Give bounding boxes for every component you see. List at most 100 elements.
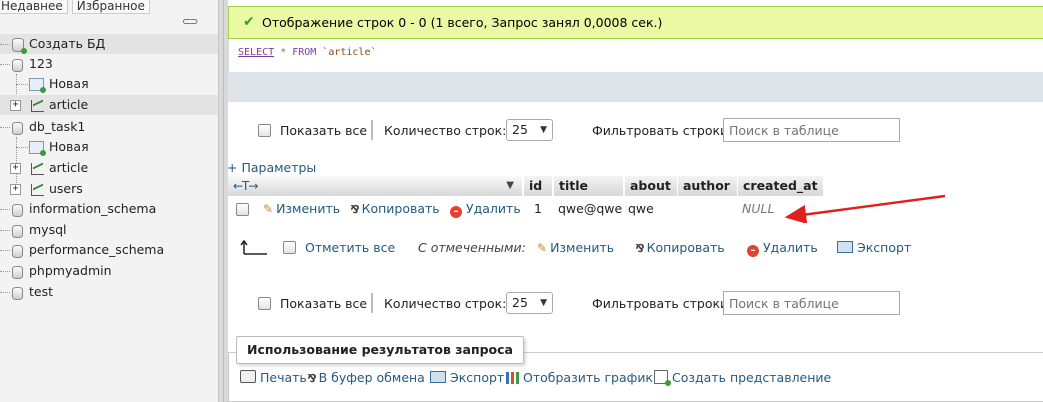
delete-icon: – bbox=[450, 206, 462, 218]
database-icon bbox=[12, 287, 23, 300]
show-all-checkbox[interactable] bbox=[258, 297, 271, 310]
bar-chart-icon bbox=[506, 372, 520, 384]
tree-item-db-information-schema[interactable]: information_schema bbox=[0, 199, 218, 219]
tree-item-create-db[interactable]: Создать БД bbox=[0, 34, 218, 54]
filter-rows-input[interactable] bbox=[723, 291, 900, 315]
query-results-legend: Использование результатов запроса bbox=[236, 336, 524, 364]
main-panel: ✔ Отображение строк 0 - 0 (1 всего, Запр… bbox=[227, 0, 1043, 402]
expand-plus-icon[interactable]: + bbox=[10, 163, 21, 174]
table-icon bbox=[31, 100, 44, 112]
row-delete-link[interactable]: – Удалить bbox=[450, 198, 521, 220]
column-header-id[interactable]: id bbox=[524, 176, 553, 196]
tree-item-label: article bbox=[49, 97, 89, 112]
tab-favorites[interactable]: Избранное bbox=[71, 0, 150, 14]
rows-count-select[interactable]: 25 ▼ bbox=[506, 119, 553, 141]
sql-table-name: `article` bbox=[316, 47, 377, 58]
tree-item-db-phpmyadmin[interactable]: phpmyadmin bbox=[0, 261, 218, 281]
display-chart-label: Отобразить график bbox=[523, 370, 653, 385]
tree-item-table-users[interactable]: + users bbox=[0, 179, 218, 199]
options-link[interactable]: + Параметры bbox=[227, 160, 316, 175]
tree-item-db-test[interactable]: test bbox=[0, 282, 218, 302]
dropdown-arrow-icon: ▼ bbox=[540, 298, 547, 308]
row-checkbox[interactable] bbox=[236, 203, 249, 216]
column-header-author[interactable]: author bbox=[678, 176, 738, 196]
show-all-label[interactable]: Показать все bbox=[280, 296, 367, 311]
new-table-icon bbox=[29, 141, 46, 156]
bulk-copy-button[interactable]: ⅋ Копировать bbox=[635, 237, 725, 259]
navigation-panel: Недавнее Избранное ⊂⊃ Создать БД 123 Нов… bbox=[0, 0, 218, 402]
check-all-link[interactable]: Отметить все bbox=[305, 237, 395, 259]
select-arrow-icon bbox=[240, 240, 267, 255]
database-icon bbox=[12, 225, 23, 238]
bulk-edit-label: Изменить bbox=[550, 240, 615, 255]
tree-item-label: db_task1 bbox=[29, 119, 86, 134]
bulk-export-label: Экспорт bbox=[857, 240, 912, 255]
expand-plus-icon[interactable]: + bbox=[10, 184, 21, 195]
tree-item-label: performance_schema bbox=[29, 242, 165, 257]
table-icon bbox=[31, 163, 44, 175]
export-icon bbox=[430, 371, 446, 383]
export-icon bbox=[837, 241, 853, 253]
tree-item-label: users bbox=[49, 181, 83, 196]
create-view-link[interactable]: Создать представление bbox=[654, 368, 831, 388]
sql-keyword-select[interactable]: SELECT bbox=[238, 47, 274, 58]
tree-item-db-db-task1[interactable]: db_task1 bbox=[0, 117, 218, 137]
rows-count-value: 25 bbox=[512, 295, 528, 310]
column-header-title[interactable]: title bbox=[554, 176, 624, 196]
tree-item-db-123[interactable]: 123 bbox=[0, 54, 218, 74]
with-selected-bar: Отметить все С отмеченными: ✎ Изменить ⅋ К… bbox=[228, 237, 928, 259]
expand-plus-icon[interactable]: + bbox=[10, 100, 21, 111]
tree-item-db-mysql[interactable]: mysql bbox=[0, 220, 218, 240]
filter-rows-input[interactable] bbox=[723, 118, 900, 142]
sql-operator: * bbox=[274, 47, 293, 58]
database-icon bbox=[12, 204, 23, 217]
column-resize-icon[interactable]: ←T→ bbox=[233, 179, 258, 193]
with-selected-label: С отмеченными: bbox=[418, 240, 526, 255]
splitter-line bbox=[223, 0, 224, 402]
export-link[interactable]: Экспорт bbox=[430, 368, 504, 388]
sql-query-box: SELECT * FROM `article` bbox=[228, 39, 1043, 72]
check-all-checkbox[interactable] bbox=[283, 241, 296, 254]
separator bbox=[371, 120, 373, 140]
tree-item-label: information_schema bbox=[29, 201, 157, 216]
dropdown-arrow-icon: ▼ bbox=[540, 125, 547, 135]
cell-about: qwe bbox=[628, 201, 654, 216]
tree-item-table-article[interactable]: + article bbox=[0, 95, 218, 115]
tree-item-table-article[interactable]: + article bbox=[0, 158, 218, 178]
tree-item-new-table[interactable]: Новая bbox=[0, 137, 218, 157]
cell-id: 1 bbox=[534, 201, 542, 216]
table-row: ✎ Изменить ⅋ Копировать – Удалить 1 qwe@qwe… bbox=[228, 198, 828, 220]
sort-dropdown-icon[interactable]: ▼ bbox=[506, 176, 514, 196]
delete-icon: – bbox=[747, 245, 759, 257]
clipboard-label: В буфер обмена bbox=[318, 370, 425, 385]
bulk-edit-button[interactable]: ✎ Изменить bbox=[537, 237, 614, 259]
cell-title: qwe@qwe bbox=[558, 201, 623, 216]
print-link[interactable]: Печать bbox=[240, 368, 307, 388]
create-database-icon bbox=[12, 38, 27, 54]
show-all-label[interactable]: Показать все bbox=[280, 123, 367, 138]
tree-item-label: test bbox=[29, 284, 54, 299]
separator bbox=[371, 293, 373, 313]
row-edit-link[interactable]: ✎ Изменить bbox=[263, 198, 340, 220]
show-all-checkbox[interactable] bbox=[258, 124, 271, 137]
tree-item-label: 123 bbox=[29, 56, 53, 71]
printer-icon bbox=[240, 370, 256, 383]
checkmark-icon: ✔ bbox=[243, 14, 255, 30]
copy-icon: ⅋ bbox=[350, 203, 360, 216]
tree-item-new-table[interactable]: Новая bbox=[0, 74, 218, 94]
chain-link-icon[interactable]: ⊂⊃ bbox=[182, 15, 199, 28]
row-copy-link[interactable]: ⅋ Копировать bbox=[350, 198, 440, 220]
copy-to-clipboard-link[interactable]: ⅋ В буфер обмена bbox=[307, 368, 425, 389]
tab-recent[interactable]: Недавнее bbox=[0, 0, 68, 14]
bulk-copy-label: Копировать bbox=[646, 240, 725, 255]
column-header-about[interactable]: about bbox=[625, 176, 678, 196]
display-chart-link[interactable]: Отобразить график bbox=[506, 368, 653, 388]
row-delete-label: Удалить bbox=[466, 201, 521, 216]
rows-count-select[interactable]: 25 ▼ bbox=[506, 292, 553, 314]
top-navigation-bar: Показать все Количество строк: 25 ▼ Фильт… bbox=[258, 118, 958, 144]
bulk-export-button[interactable]: Экспорт bbox=[837, 237, 911, 259]
tree-item-label: Новая bbox=[49, 76, 89, 91]
tree-item-db-performance-schema[interactable]: performance_schema bbox=[0, 240, 218, 260]
tree-item-label: article bbox=[49, 160, 89, 175]
bulk-delete-button[interactable]: – Удалить bbox=[747, 237, 818, 259]
